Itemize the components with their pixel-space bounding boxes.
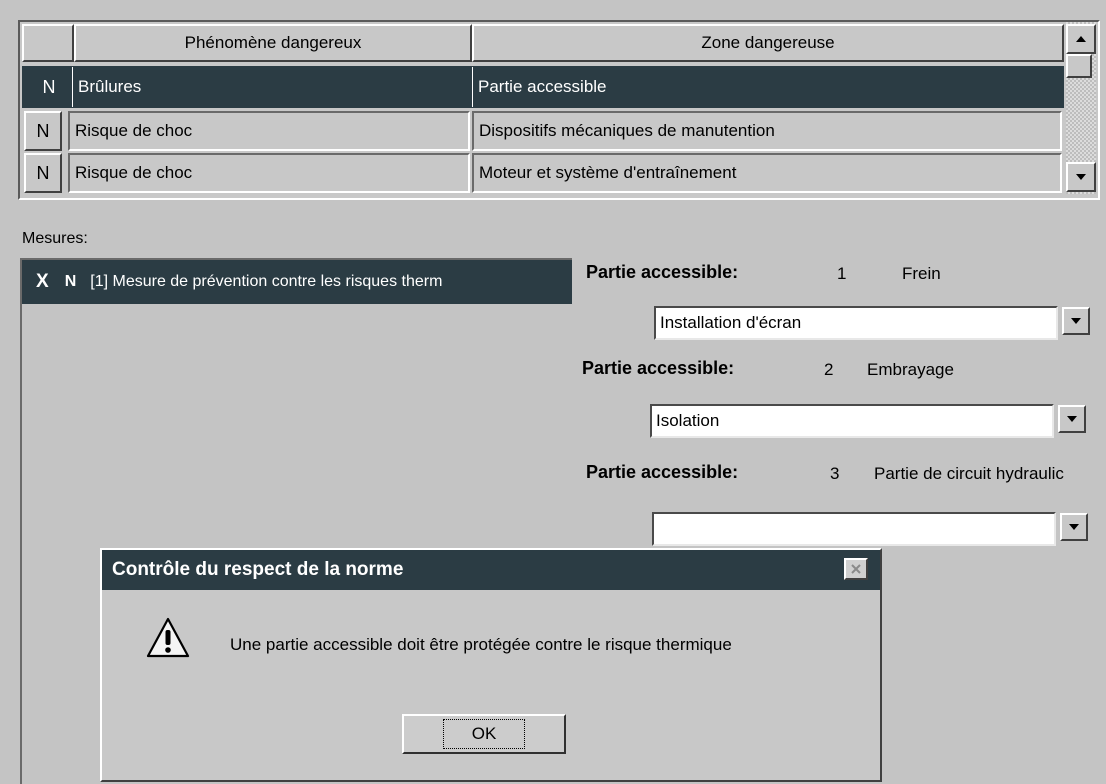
dropdown-button[interactable] xyxy=(1062,307,1090,335)
cell-zone[interactable]: Moteur et système d'entraînement xyxy=(472,153,1062,193)
dialog-message: Une partie accessible doit être protégée… xyxy=(230,635,732,654)
part-name: Embrayage xyxy=(867,360,954,379)
part-label: Partie accessible: xyxy=(582,358,735,378)
chevron-down-icon xyxy=(1069,524,1079,530)
hazard-grid: Phénomène dangereux Zone dangereuse N Br… xyxy=(18,20,1100,200)
triangle-up-icon xyxy=(1076,36,1086,42)
row-flag[interactable]: N xyxy=(24,153,62,193)
ok-label: OK xyxy=(442,719,526,749)
dropdown-button[interactable] xyxy=(1060,513,1088,541)
measure-select-2[interactable]: Isolation xyxy=(650,404,1086,438)
row-flag[interactable]: N xyxy=(30,67,68,107)
dialog-title: Contrôle du respect de la norme xyxy=(112,559,404,580)
grid-corner-header xyxy=(22,24,74,62)
row-flag[interactable]: N xyxy=(24,111,62,151)
part-number: 2 xyxy=(824,360,834,379)
ok-button[interactable]: OK xyxy=(402,714,566,754)
part-number: 1 xyxy=(837,264,847,283)
scroll-up-button[interactable] xyxy=(1066,24,1096,54)
cell-zone[interactable]: Partie accessible xyxy=(472,67,1064,107)
measure-select-value[interactable]: Isolation xyxy=(650,404,1054,438)
scroll-down-button[interactable] xyxy=(1066,162,1096,192)
part-number: 3 xyxy=(830,464,840,483)
cell-zone[interactable]: Dispositifs mécaniques de manutention xyxy=(472,111,1062,151)
norm-check-dialog: Contrôle du respect de la norme Une part… xyxy=(100,548,882,782)
header-phenomene[interactable]: Phénomène dangereux xyxy=(74,24,472,62)
close-icon xyxy=(851,564,861,574)
mesures-label: Mesures: xyxy=(22,230,88,247)
part-label: Partie accessible: xyxy=(586,462,739,482)
dropdown-button[interactable] xyxy=(1058,405,1086,433)
chevron-down-icon xyxy=(1071,318,1081,324)
close-button[interactable] xyxy=(844,558,868,580)
part-name: Partie de circuit hydraulic xyxy=(874,464,1064,483)
item-flag: N xyxy=(64,273,77,290)
header-zone[interactable]: Zone dangereuse xyxy=(472,24,1064,62)
chevron-down-icon xyxy=(1067,416,1077,422)
measure-select-3[interactable] xyxy=(652,512,1088,546)
scroll-thumb[interactable] xyxy=(1066,54,1092,78)
triangle-down-icon xyxy=(1076,174,1086,180)
warning-icon xyxy=(146,617,190,658)
part-label: Partie accessible: xyxy=(586,262,739,282)
measure-select-value[interactable]: Installation d'écran xyxy=(654,306,1058,340)
measure-select-value[interactable] xyxy=(652,512,1056,546)
list-item[interactable]: X N [1] Mesure de prévention contre les … xyxy=(22,260,572,304)
part-name: Frein xyxy=(902,264,941,283)
cell-phenomene[interactable]: Brûlures xyxy=(72,67,472,107)
cell-phenomene[interactable]: Risque de choc xyxy=(68,153,470,193)
dialog-title-bar[interactable]: Contrôle du respect de la norme xyxy=(102,550,880,590)
measure-select-1[interactable]: Installation d'écran xyxy=(654,306,1090,340)
cell-phenomene[interactable]: Risque de choc xyxy=(68,111,470,151)
close-icon[interactable]: X xyxy=(36,271,49,293)
grid-scrollbar[interactable] xyxy=(1066,22,1096,194)
item-text: [1] Mesure de prévention contre les risq… xyxy=(90,273,443,290)
